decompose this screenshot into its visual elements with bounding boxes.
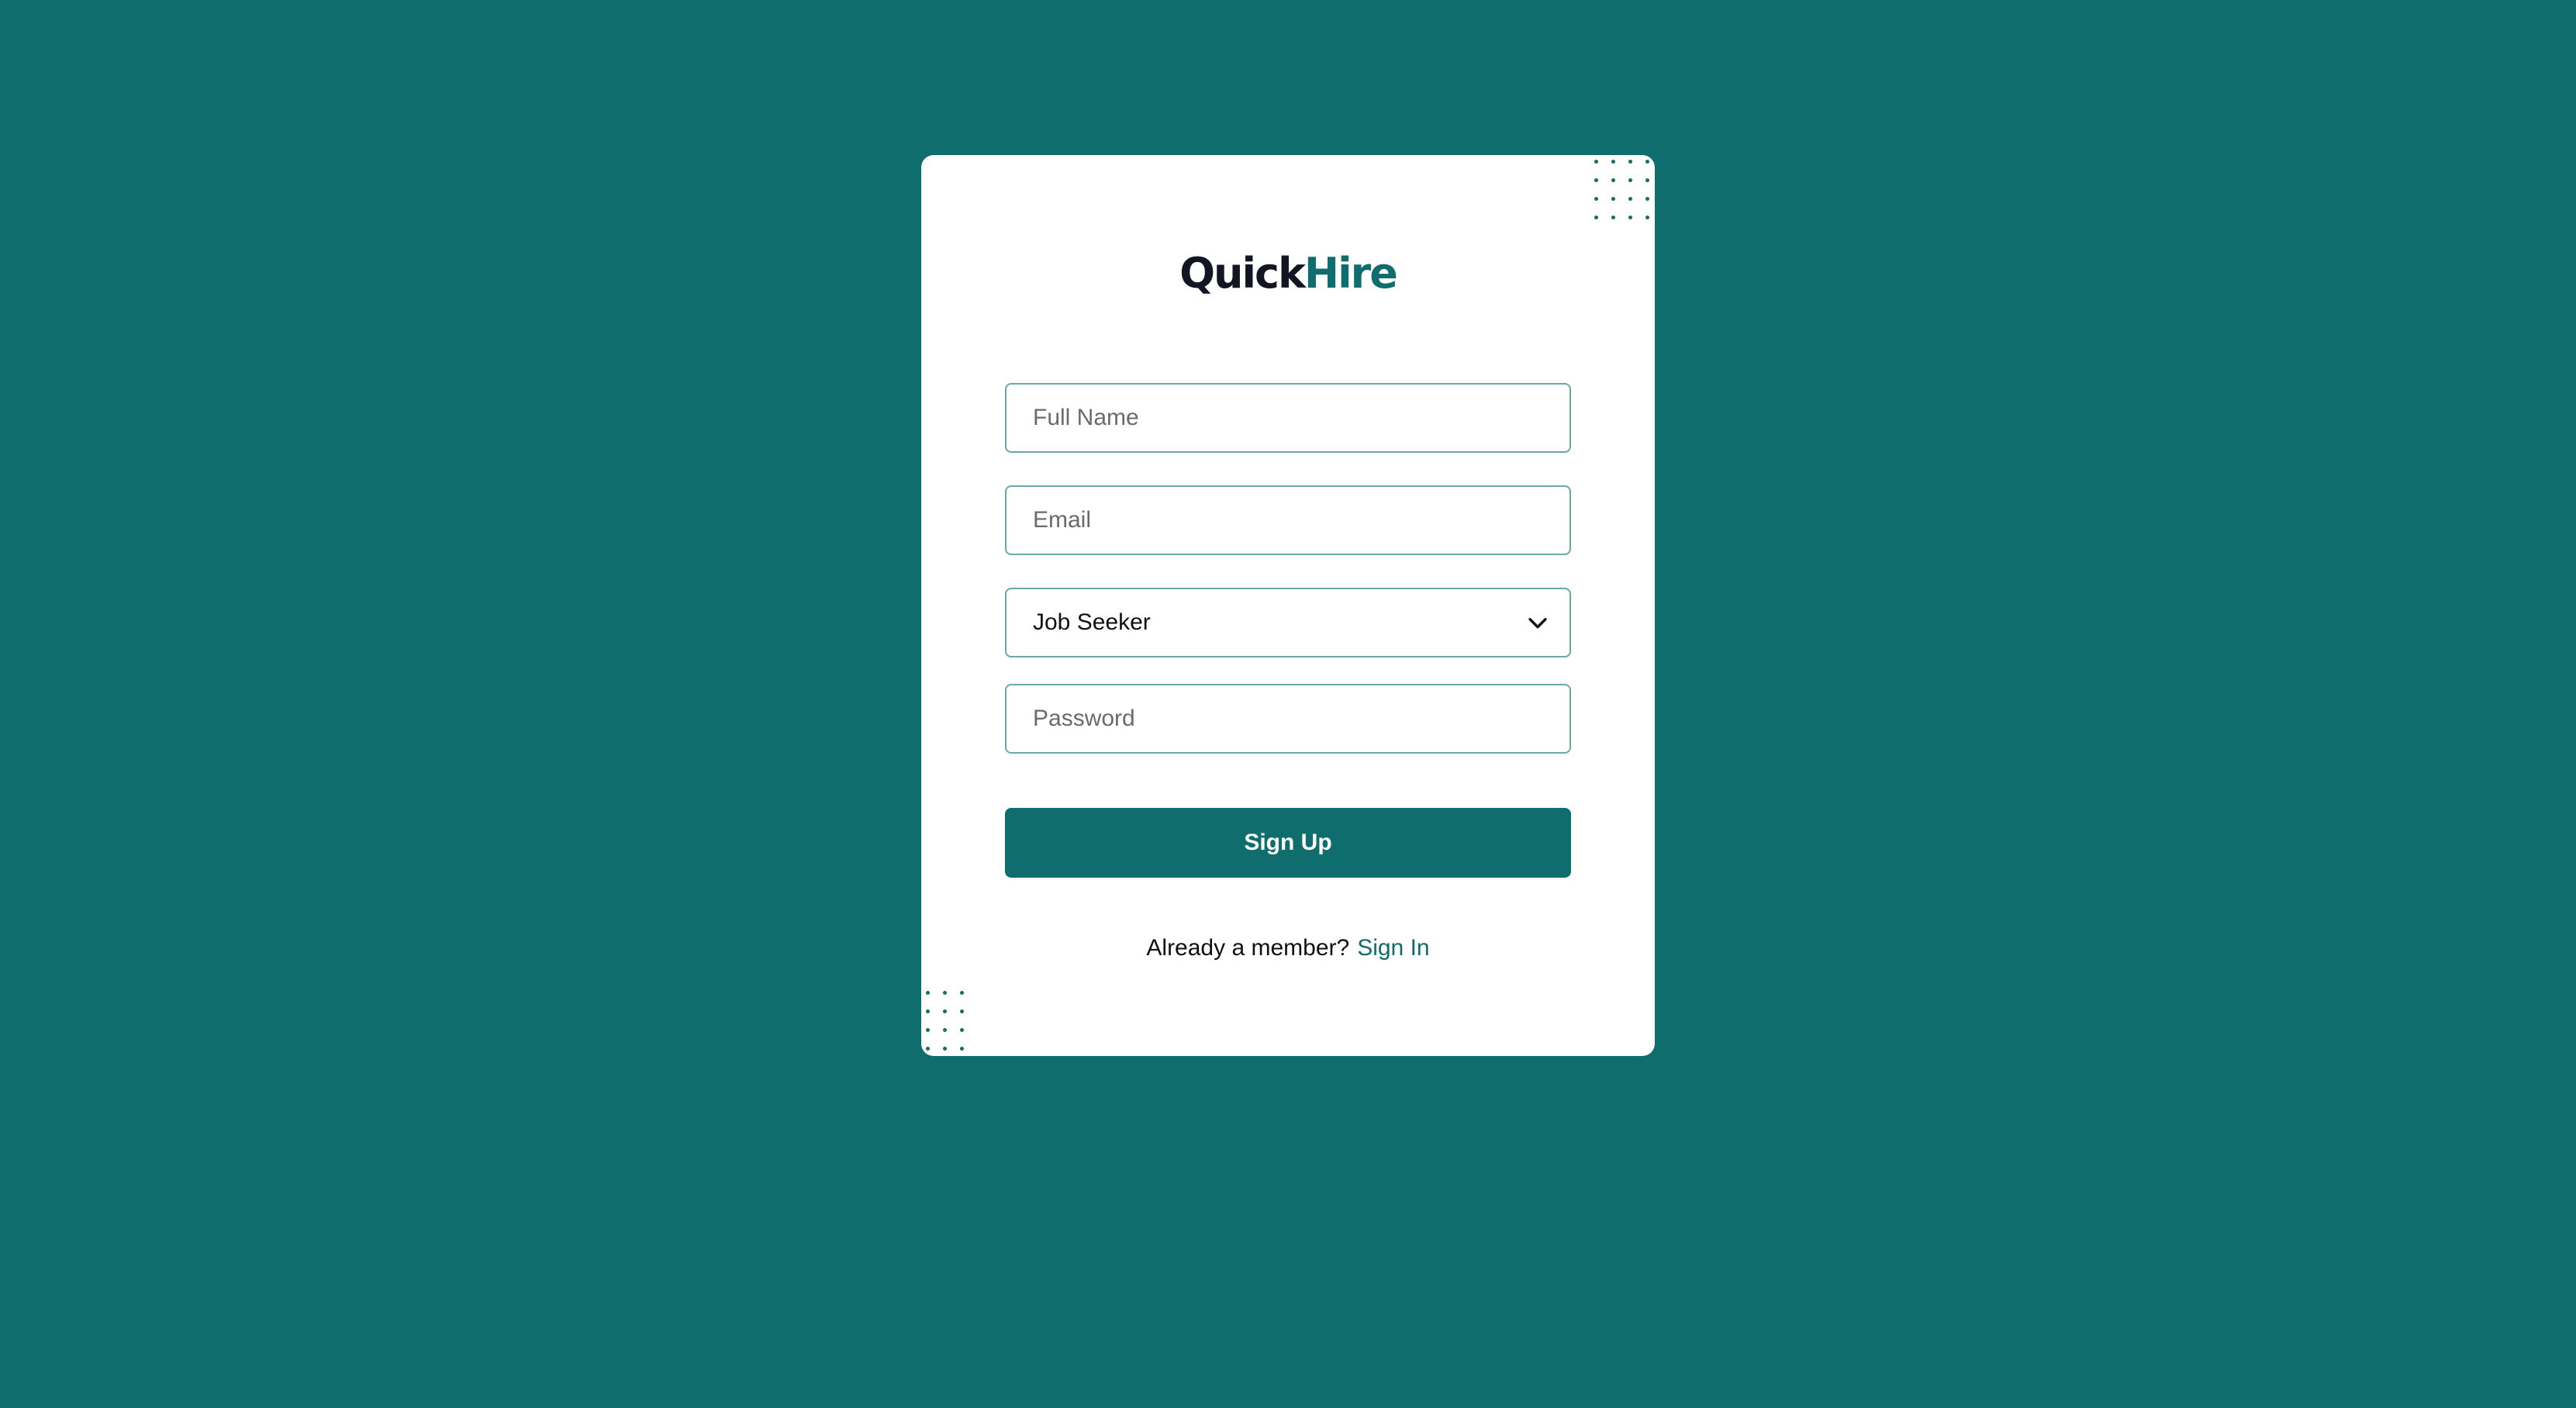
brand-logo-quick: Quick <box>1179 249 1306 298</box>
chevron-down-icon <box>1528 618 1547 629</box>
already-member-text: Already a member? <box>1146 935 1350 961</box>
role-select[interactable]: Job Seeker <box>1005 588 1571 657</box>
dot-grid-decoration-bottom <box>926 991 965 1051</box>
password-field <box>1005 684 1571 754</box>
already-member-row: Already a member? Sign In <box>921 935 1655 961</box>
signup-card: QuickHire Job Seeker Sign Up Already a m… <box>921 155 1655 1056</box>
dot-grid-decoration-top <box>1594 160 1650 220</box>
brand-logo-hire: Hire <box>1304 249 1398 298</box>
sign-up-button[interactable]: Sign Up <box>1005 808 1571 878</box>
full-name-field <box>1005 383 1571 453</box>
email-field <box>1005 485 1571 555</box>
role-select-value: Job Seeker <box>1033 609 1151 635</box>
brand-logo: QuickHire <box>921 247 1655 301</box>
sign-in-link[interactable]: Sign In <box>1357 935 1429 961</box>
password-input[interactable] <box>1007 685 1569 752</box>
email-input[interactable] <box>1007 487 1569 554</box>
full-name-input[interactable] <box>1007 385 1569 451</box>
